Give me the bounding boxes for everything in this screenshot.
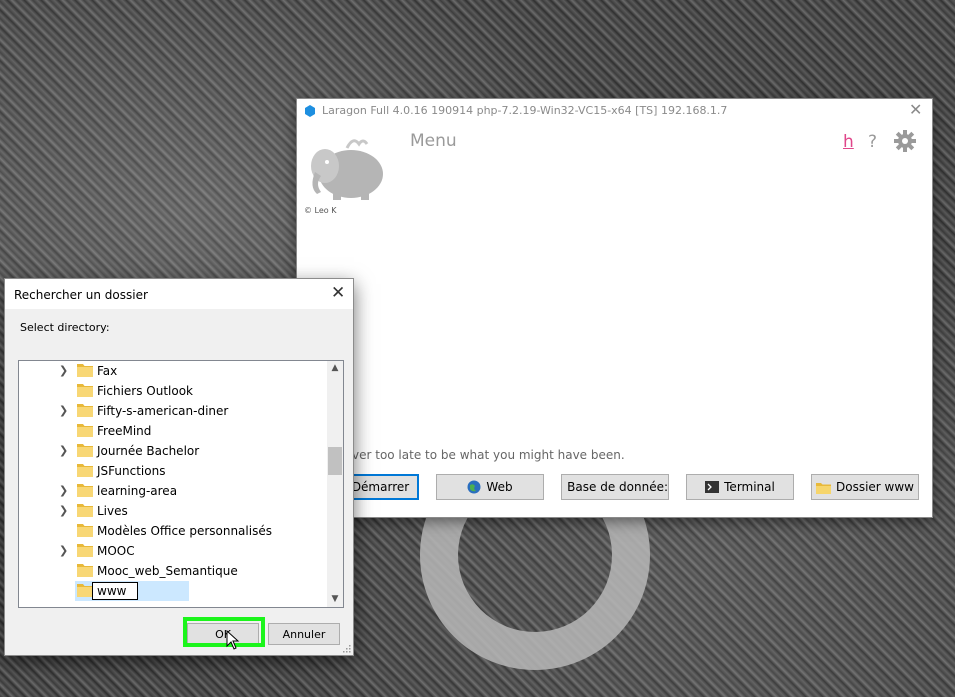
- web-button-label: Web: [486, 480, 513, 494]
- folder-icon: [77, 524, 93, 537]
- close-icon[interactable]: ✕: [331, 285, 345, 302]
- folder-name: Fichiers Outlook: [97, 384, 194, 398]
- folder-tree-item[interactable]: Fichiers Outlook: [19, 381, 327, 401]
- folder-tree-item[interactable]: ❯ MOOC: [19, 541, 327, 561]
- h-link[interactable]: h: [843, 132, 854, 152]
- mouse-cursor-icon: [226, 630, 240, 650]
- folder-name: Modèles Office personnalisés: [97, 524, 272, 538]
- select-directory-label: Select directory:: [20, 321, 110, 334]
- laragon-titlebar: Laragon Full 4.0.16 190914 php-7.2.19-Wi…: [297, 99, 932, 123]
- browse-folder-dialog: Rechercher un dossier ✕ Select directory…: [4, 278, 354, 656]
- folder-icon: [77, 564, 93, 577]
- copyright-text: © Leo K: [304, 206, 337, 215]
- elephant-logo: [311, 139, 383, 200]
- expand-chevron-icon[interactable]: ❯: [59, 444, 68, 457]
- folder-icon: [77, 404, 93, 417]
- quote-text: ver too late to be what you might have b…: [352, 448, 625, 462]
- folder-tree-item[interactable]: ❯ Fax: [19, 361, 327, 381]
- folder-tree-item[interactable]: Mooc_web_Semantique: [19, 561, 327, 581]
- folder-icon: [77, 464, 93, 477]
- folder-name: Mooc_web_Semantique: [97, 564, 238, 578]
- web-button[interactable]: Web: [436, 474, 544, 500]
- cancel-button-label: Annuler: [282, 627, 326, 641]
- terminal-button[interactable]: Terminal: [686, 474, 794, 500]
- folder-icon: [77, 384, 93, 397]
- folder-icon: [77, 544, 93, 557]
- cancel-button[interactable]: Annuler: [268, 623, 340, 645]
- scroll-down-icon[interactable]: ▼: [327, 594, 343, 604]
- laragon-window: Laragon Full 4.0.16 190914 php-7.2.19-Wi…: [297, 99, 932, 517]
- dialog-titlebar: Rechercher un dossier ✕: [5, 279, 353, 309]
- folder-tree-item[interactable]: ❯ learning-area: [19, 481, 327, 501]
- folder-name: FreeMind: [97, 424, 152, 438]
- folder-icon: [77, 424, 93, 437]
- close-icon[interactable]: ✕: [909, 102, 922, 118]
- folder-name: learning-area: [97, 484, 178, 498]
- globe-icon: [467, 480, 481, 494]
- folder-icon: [77, 504, 93, 517]
- gear-icon[interactable]: [894, 130, 916, 152]
- folder-icon: [77, 444, 93, 457]
- folder-name: Lives: [97, 504, 128, 518]
- folder-tree-item[interactable]: FreeMind: [19, 421, 327, 441]
- tree-scrollbar[interactable]: ▲ ▼: [327, 361, 343, 607]
- folder-icon: [77, 584, 93, 597]
- scroll-thumb[interactable]: [328, 447, 342, 475]
- terminal-icon: [705, 481, 720, 493]
- menu-link[interactable]: Menu: [410, 131, 457, 151]
- folder-icon: [77, 364, 93, 377]
- folder-name: JSFunctions: [97, 464, 166, 478]
- folder-tree-item[interactable]: www: [19, 581, 327, 601]
- folder-tree[interactable]: ❯ Fax Fichiers Outlook ❯ Fifty-s-american-di…: [18, 360, 344, 608]
- laragon-app-icon: [305, 105, 315, 117]
- resize-grip-icon[interactable]: [341, 643, 351, 653]
- folder-tree-item[interactable]: ❯ Fifty-s-american-diner: [19, 401, 327, 421]
- folder-tree-item[interactable]: ❯ Journée Bachelor: [19, 441, 327, 461]
- rename-input[interactable]: www: [92, 582, 138, 600]
- folder-name: Journée Bachelor: [97, 444, 200, 458]
- folder-tree-item[interactable]: ❯ Lives: [19, 501, 327, 521]
- folder-tree-item[interactable]: JSFunctions: [19, 461, 327, 481]
- database-button-label: Base de donnée:: [567, 480, 668, 494]
- expand-chevron-icon[interactable]: ❯: [59, 404, 68, 417]
- expand-chevron-icon[interactable]: ❯: [59, 504, 68, 517]
- dialog-title: Rechercher un dossier: [14, 288, 148, 302]
- folder-name: MOOC: [97, 544, 135, 558]
- expand-chevron-icon[interactable]: ❯: [59, 364, 68, 377]
- www-folder-button-label: Dossier www: [836, 480, 914, 494]
- scroll-up-icon[interactable]: ▲: [327, 363, 343, 373]
- expand-chevron-icon[interactable]: ❯: [59, 544, 68, 557]
- www-folder-button[interactable]: Dossier www: [811, 474, 919, 500]
- folder-tree-item[interactable]: Modèles Office personnalisés: [19, 521, 327, 541]
- folder-icon: [816, 482, 831, 494]
- window-title: Laragon Full 4.0.16 190914 php-7.2.19-Wi…: [322, 104, 728, 117]
- start-button-label: Démarrer: [351, 480, 410, 494]
- terminal-button-label: Terminal: [724, 480, 775, 494]
- ok-button-highlight: [183, 617, 265, 647]
- database-button[interactable]: Base de donnée:: [561, 474, 669, 500]
- help-icon[interactable]: ?: [868, 132, 877, 152]
- folder-icon: [77, 484, 93, 497]
- folder-name: Fifty-s-american-diner: [97, 404, 229, 418]
- expand-chevron-icon[interactable]: ❯: [59, 484, 68, 497]
- folder-name: Fax: [97, 364, 118, 378]
